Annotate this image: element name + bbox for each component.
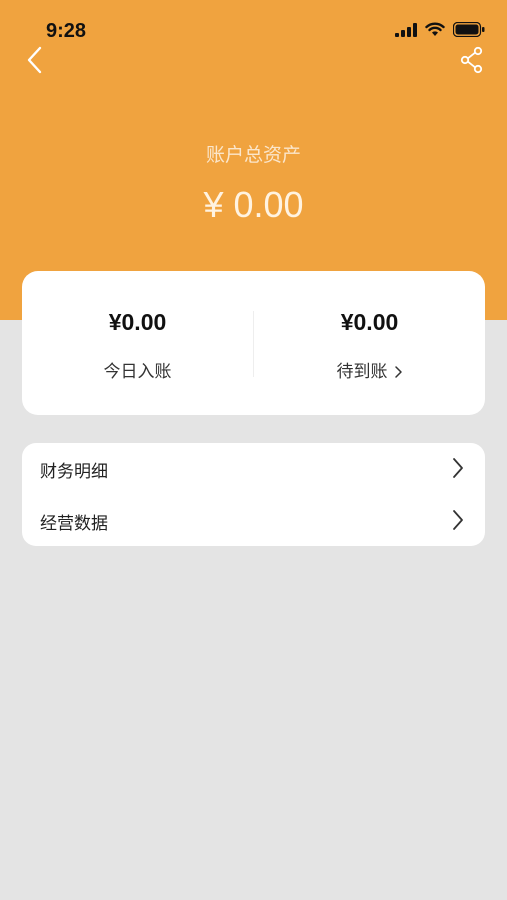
share-icon xyxy=(460,46,483,74)
status-time: 9:28 xyxy=(46,20,87,42)
menu-item-label: 财务明细 xyxy=(40,462,108,482)
back-button[interactable] xyxy=(22,44,50,76)
status-bar: 9:28 xyxy=(0,0,507,44)
total-assets-value: ¥ 0.00 xyxy=(203,184,304,225)
menu-item-finance-details[interactable]: 财务明细 xyxy=(22,443,485,494)
pending-income-amount: ¥0.00 xyxy=(340,309,399,335)
menu-item-business-data[interactable]: 经营数据 xyxy=(22,495,485,546)
chevron-right-icon xyxy=(453,458,463,478)
pending-income[interactable]: ¥0.00 待到账 xyxy=(254,271,485,415)
pending-income-row: 待到账 xyxy=(254,357,485,382)
today-income-amount: ¥0.00 xyxy=(108,309,167,335)
pending-income-label: 待到账 xyxy=(336,362,388,382)
status-icons xyxy=(395,22,485,37)
summary-card: ¥0.00 今日入账 ¥0.00 待到账 xyxy=(22,271,485,415)
chevron-left-icon xyxy=(27,46,42,74)
share-button[interactable] xyxy=(459,46,485,74)
menu-card: 财务明细 经营数据 xyxy=(22,443,485,546)
menu-item-label: 经营数据 xyxy=(40,514,108,534)
chevron-right-icon xyxy=(394,366,402,378)
total-assets-label: 账户总资产 xyxy=(205,144,301,166)
chevron-right-icon xyxy=(453,510,463,530)
today-income: ¥0.00 今日入账 xyxy=(22,271,253,415)
battery-icon xyxy=(453,22,485,37)
cellular-signal-icon xyxy=(395,22,417,37)
wifi-icon xyxy=(425,22,445,36)
today-income-label: 今日入账 xyxy=(103,362,172,382)
